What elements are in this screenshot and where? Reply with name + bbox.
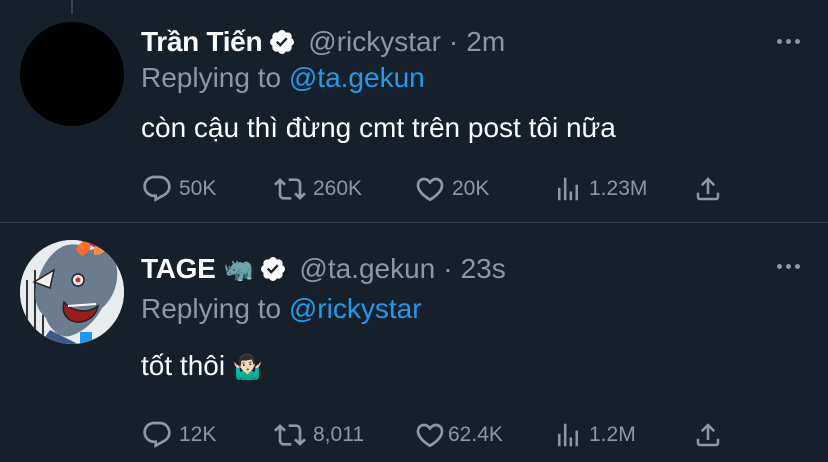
views-icon bbox=[558, 177, 578, 201]
more-icon[interactable] bbox=[777, 264, 800, 269]
more-icon[interactable] bbox=[777, 39, 800, 44]
reply-count: 50K bbox=[179, 177, 217, 200]
tweet[interactable]: Trần Tiến @rickystar · 2m Replying to @t… bbox=[0, 0, 828, 223]
retweet-count: 8,011 bbox=[313, 423, 364, 446]
text-emoji: 🤷🏻‍♂️ bbox=[232, 354, 263, 381]
views-button[interactable]: 1.2M bbox=[553, 417, 636, 453]
timestamp[interactable]: 2m bbox=[466, 26, 505, 58]
replying-prefix: Replying to bbox=[141, 293, 282, 324]
views-button[interactable]: 1.23M bbox=[553, 171, 647, 207]
separator-dot: · bbox=[448, 26, 459, 57]
view-count: 1.23M bbox=[589, 177, 648, 200]
like-icon bbox=[416, 177, 444, 202]
replying-to-line: Replying to @ta.gekun bbox=[141, 62, 425, 94]
retweet-icon bbox=[274, 424, 306, 446]
user-handle[interactable]: @ta.gekun bbox=[299, 253, 435, 285]
view-count: 1.2M bbox=[589, 423, 636, 446]
like-count: 62.4K bbox=[448, 423, 503, 446]
retweet-button[interactable]: 8,011 bbox=[273, 417, 364, 453]
timestamp[interactable]: 23s bbox=[461, 253, 506, 285]
user-handle[interactable]: @rickystar bbox=[308, 26, 441, 58]
display-name[interactable]: Trần Tiến bbox=[141, 26, 263, 58]
replying-to-line: Replying to @rickystar bbox=[141, 293, 422, 325]
tweet-header: Trần Tiến @rickystar · 2m bbox=[141, 22, 505, 62]
name-emoji: 🦏 bbox=[223, 255, 254, 283]
tweet-actions: 12K 8,011 62.4K 1.2M bbox=[141, 417, 731, 453]
share-icon bbox=[696, 423, 720, 447]
tweet-text: còn cậu thì đừng cmt trên post tôi nữa bbox=[141, 112, 616, 143]
share-button[interactable] bbox=[693, 171, 723, 207]
mention-link[interactable]: @ta.gekun bbox=[289, 62, 425, 93]
like-button[interactable]: 62.4K bbox=[414, 417, 503, 453]
retweet-button[interactable]: 260K bbox=[273, 171, 362, 207]
mention-link[interactable]: @rickystar bbox=[289, 293, 422, 324]
avatar[interactable] bbox=[20, 22, 124, 126]
tweet-actions: 50K 260K 20K 1.23M bbox=[141, 171, 731, 207]
tweet-text-line: tốt thôi 🤷🏻‍♂️ bbox=[141, 350, 263, 382]
replying-prefix: Replying to bbox=[141, 62, 282, 93]
reply-button[interactable]: 12K bbox=[141, 417, 216, 453]
reply-icon bbox=[143, 175, 171, 202]
like-button[interactable]: 20K bbox=[414, 171, 489, 207]
retweet-icon bbox=[274, 178, 306, 200]
display-name[interactable]: TAGE bbox=[141, 253, 216, 285]
share-button[interactable] bbox=[693, 417, 723, 453]
reply-icon bbox=[143, 421, 171, 448]
share-icon bbox=[696, 177, 720, 201]
verified-badge-icon bbox=[268, 28, 296, 56]
views-icon bbox=[558, 423, 578, 447]
avatar[interactable] bbox=[20, 240, 124, 344]
separator-dot: · bbox=[443, 253, 453, 284]
verified-badge-icon bbox=[259, 255, 287, 283]
retweet-count: 260K bbox=[313, 177, 363, 200]
tweet-text: tốt thôi bbox=[141, 350, 226, 381]
reply-button[interactable]: 50K bbox=[141, 171, 216, 207]
like-count: 20K bbox=[452, 177, 490, 200]
tweet[interactable]: TAGE 🦏 @ta.gekun · 23s Replying to @rick… bbox=[0, 223, 828, 462]
like-icon bbox=[416, 423, 444, 448]
tweet-header: TAGE 🦏 @ta.gekun · 23s bbox=[141, 249, 506, 289]
reply-count: 12K bbox=[179, 423, 217, 446]
